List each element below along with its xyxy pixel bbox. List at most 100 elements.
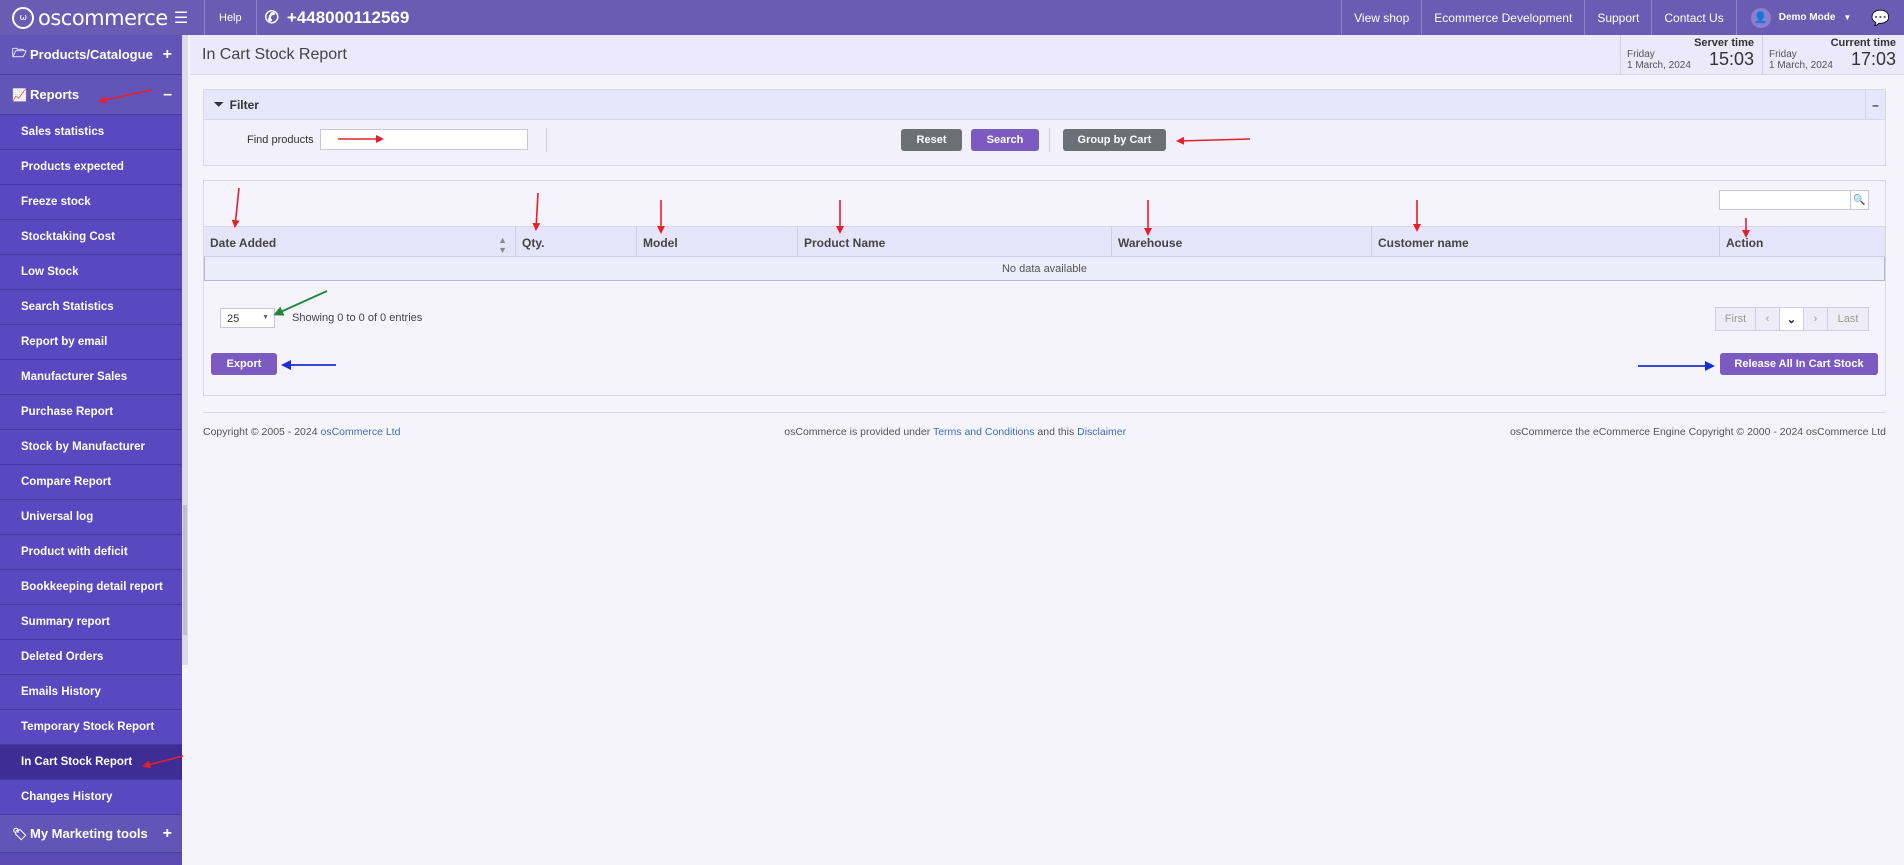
main-content: In Cart Stock Report Server time Friday … <box>190 35 1904 865</box>
user-menu[interactable]: 👤 Demo Mode ▼ <box>1735 0 1866 35</box>
sidebar-item-report-by-email[interactable]: Report by email <box>0 325 182 360</box>
divider <box>546 128 547 152</box>
phone-text: +448000112569 <box>286 7 410 27</box>
group-by-cart-button[interactable]: Group by Cart <box>1063 129 1166 151</box>
scrollbar-thumb[interactable] <box>183 505 187 635</box>
view-shop-link[interactable]: View shop <box>1341 0 1421 35</box>
phone-icon: ✆ <box>264 7 279 27</box>
sidebar-item-deleted-orders[interactable]: Deleted Orders <box>0 640 182 675</box>
user-icon: 👤 <box>1750 7 1771 28</box>
logo-text: oscommerce <box>38 5 168 30</box>
current-page-chevron-icon[interactable]: ⌄ <box>1780 308 1804 330</box>
current-time-clock: 17:03 <box>1850 49 1896 69</box>
release-all-in-cart-stock-button[interactable]: Release All In Cart Stock <box>1720 353 1878 375</box>
table-header: Date Added ▲ ▼ Qty. Model Product Name Wa… <box>204 226 1885 258</box>
table-search-input[interactable]: 🔍 <box>1719 190 1869 210</box>
folder-icon: 🗁 <box>12 46 27 60</box>
footer-text: Copyright © 2005 - 2024 <box>203 425 318 438</box>
server-time: Server time Friday 1 March, 2024 15:03 <box>1620 35 1762 75</box>
expand-icon: + <box>162 824 172 842</box>
sidebar-item-universal-log[interactable]: Universal log <box>0 500 182 535</box>
menu-toggle-icon[interactable]: ☰ <box>170 8 192 28</box>
filter-header[interactable]: ⏷ Filter <box>204 90 1885 120</box>
help-link[interactable]: Help <box>205 12 256 24</box>
sidebar-item-stocktaking-cost[interactable]: Stocktaking Cost <box>0 220 182 255</box>
sidebar-group-label: My Marketing tools <box>30 826 148 841</box>
sidebar-scrollbar[interactable] <box>182 35 188 665</box>
sidebar-item-sales-statistics[interactable]: Sales statistics <box>0 115 182 150</box>
sidebar: 🗁 Products/Catalogue + 📈 Reports – Sales… <box>0 35 182 865</box>
column-warehouse[interactable]: Warehouse <box>1112 227 1372 258</box>
sort-icon: ▲ ▼ <box>498 235 507 255</box>
contact-us-link[interactable]: Contact Us <box>1651 0 1735 35</box>
sidebar-item-purchase-report[interactable]: Purchase Report <box>0 395 182 430</box>
disclaimer-link[interactable]: Disclaimer <box>1077 426 1126 438</box>
current-time: Current time Friday 1 March, 2024 17:03 <box>1762 35 1904 75</box>
empty-table-message: No data available <box>204 257 1885 281</box>
current-day: Friday <box>1769 49 1797 60</box>
page-header: In Cart Stock Report Server time Friday … <box>190 35 1904 75</box>
find-products-input[interactable] <box>320 129 528 150</box>
find-products-label: Find products <box>247 134 314 146</box>
sidebar-item-compare-report[interactable]: Compare Report <box>0 465 182 500</box>
sidebar-item-changes-history[interactable]: Changes History <box>0 780 182 815</box>
sidebar-item-search-statistics[interactable]: Search Statistics <box>0 290 182 325</box>
sidebar-item-summary-report[interactable]: Summary report <box>0 605 182 640</box>
sidebar-group-reports[interactable]: 📈 Reports – <box>0 75 182 115</box>
sidebar-item-freeze-stock[interactable]: Freeze stock <box>0 185 182 220</box>
search-button[interactable]: Search <box>971 129 1039 151</box>
page-title: In Cart Stock Report <box>202 45 347 63</box>
last-page-button[interactable]: Last <box>1828 308 1868 330</box>
filter-body: Find products Reset Search Group by Cart <box>204 120 1885 165</box>
sidebar-item-bookkeeping-detail-report[interactable]: Bookkeeping detail report <box>0 570 182 605</box>
sidebar-group-label: Reports <box>30 87 80 102</box>
sidebar-item-manufacturer-sales[interactable]: Manufacturer Sales <box>0 360 182 395</box>
column-product-name[interactable]: Product Name <box>798 227 1112 258</box>
column-customer-name[interactable]: Customer name <box>1372 227 1720 258</box>
sidebar-item-temporary-stock-report[interactable]: Temporary Stock Report <box>0 710 182 745</box>
column-qty[interactable]: Qty. <box>516 227 637 258</box>
first-page-button[interactable]: First <box>1716 308 1756 330</box>
user-name: Demo Mode <box>1778 12 1836 23</box>
search-icon[interactable]: 🔍 <box>1850 191 1868 209</box>
sidebar-group-marketing-tools[interactable]: 🏷 My Marketing tools + <box>0 815 182 853</box>
server-date: 1 March, 2024 <box>1627 60 1691 71</box>
page-size-value: 25 <box>227 313 240 325</box>
chart-icon: 📈 <box>12 87 27 102</box>
filter-collapse-button[interactable]: – <box>1865 90 1885 120</box>
caret-down-icon: ▼ <box>1843 13 1852 22</box>
ecommerce-development-link[interactable]: Ecommerce Development <box>1421 0 1584 35</box>
filter-title: Filter <box>229 97 259 112</box>
sidebar-item-emails-history[interactable]: Emails History <box>0 675 182 710</box>
chat-icon[interactable]: 💬 <box>1865 9 1904 27</box>
page-size-select[interactable]: 25 ▼ <box>220 308 275 328</box>
footer-engine-copyright: osCommerce the eCommerce Engine Copyrigh… <box>1510 425 1886 438</box>
column-model[interactable]: Model <box>637 227 798 258</box>
sidebar-item-product-with-deficit[interactable]: Product with deficit <box>0 535 182 570</box>
entries-info: Showing 0 to 0 of 0 entries <box>292 312 423 324</box>
terms-and-conditions-link[interactable]: Terms and Conditions <box>933 426 1035 438</box>
current-time-date: Friday 1 March, 2024 <box>1769 49 1833 71</box>
column-date-added[interactable]: Date Added ▲ ▼ <box>204 227 516 258</box>
top-links: View shop Ecommerce Development Support … <box>1341 0 1904 35</box>
pagination: First ‹ ⌄ › Last <box>1715 307 1869 331</box>
export-button[interactable]: Export <box>211 353 277 375</box>
tag-icon: 🏷 <box>12 826 28 841</box>
sidebar-item-low-stock[interactable]: Low Stock <box>0 255 182 290</box>
page-footer: Copyright © 2005 - 2024 osCommerce Ltd o… <box>203 412 1886 440</box>
oscommerce-ltd-link[interactable]: osCommerce Ltd <box>320 426 400 438</box>
column-action[interactable]: Action <box>1720 227 1885 258</box>
sidebar-item-in-cart-stock-report[interactable]: In Cart Stock Report <box>0 745 182 780</box>
next-page-icon[interactable]: › <box>1804 308 1828 330</box>
reset-button[interactable]: Reset <box>901 129 962 151</box>
report-table-panel: 🔍 Date Added ▲ ▼ Qty. Model Product Name … <box>203 180 1886 396</box>
support-link[interactable]: Support <box>1584 0 1651 35</box>
sidebar-item-products-expected[interactable]: Products expected <box>0 150 182 185</box>
sidebar-group-products-catalogue[interactable]: 🗁 Products/Catalogue + <box>0 35 182 75</box>
footer-copyright: Copyright © 2005 - 2024 osCommerce Ltd <box>203 426 400 438</box>
phone-number[interactable]: ✆ +448000112569 <box>257 8 410 28</box>
prev-page-icon[interactable]: ‹ <box>1756 308 1780 330</box>
sidebar-item-stock-by-manufacturer[interactable]: Stock by Manufacturer <box>0 430 182 465</box>
expand-icon: + <box>162 45 172 63</box>
oscommerce-logo[interactable]: ω oscommerce <box>0 6 170 30</box>
